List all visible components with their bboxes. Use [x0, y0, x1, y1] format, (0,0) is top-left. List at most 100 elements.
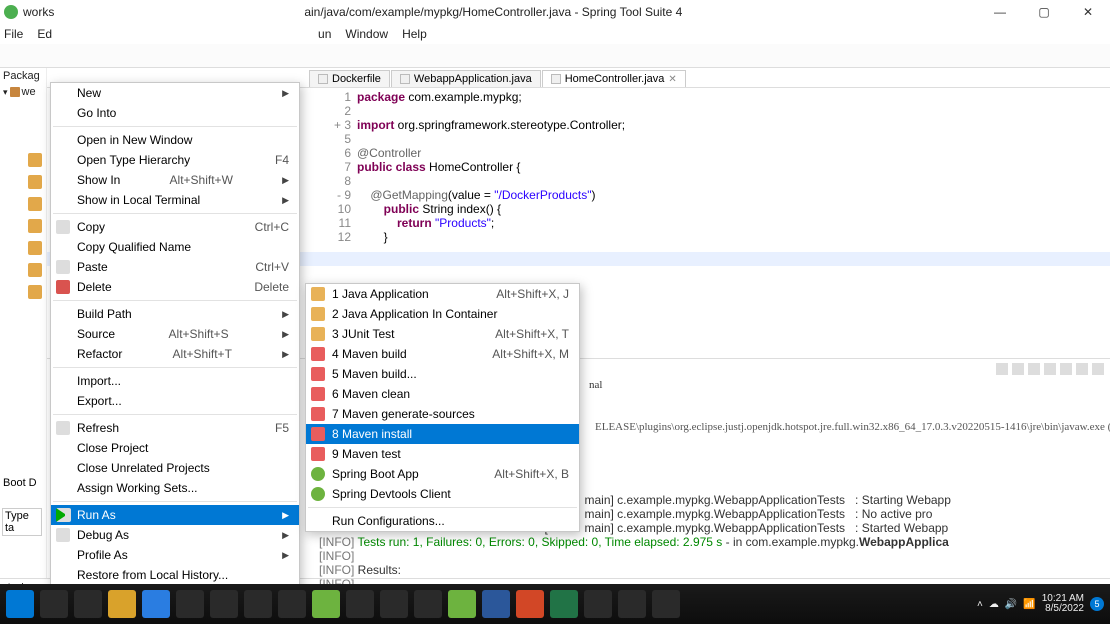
tree-icon[interactable]: [28, 263, 42, 277]
menu-item[interactable]: Open Type HierarchyF4: [51, 150, 299, 170]
menu-item[interactable]: RefreshF5: [51, 418, 299, 438]
menu-item[interactable]: 5 Maven build...: [306, 364, 579, 384]
console-toolbar-icon[interactable]: [1060, 363, 1072, 375]
taskbar-item[interactable]: [210, 590, 238, 618]
menu-item[interactable]: Show InAlt+Shift+W▶: [51, 170, 299, 190]
taskbar-item[interactable]: [244, 590, 272, 618]
expand-icon[interactable]: ▾: [3, 87, 8, 98]
menu-item[interactable]: PasteCtrl+V: [51, 257, 299, 277]
close-tab-icon[interactable]: ✕: [668, 74, 676, 85]
menu-item[interactable]: 6 Maven clean: [306, 384, 579, 404]
menu-item[interactable]: 1 Java ApplicationAlt+Shift+X, J: [306, 284, 579, 304]
tray-chevron-icon[interactable]: ˄: [977, 599, 983, 610]
m-icon: [311, 387, 325, 401]
j-icon: [311, 307, 325, 321]
menu-item[interactable]: 8 Maven install: [306, 424, 579, 444]
taskbar-item[interactable]: [516, 590, 544, 618]
menu-item[interactable]: 3 JUnit TestAlt+Shift+X, T: [306, 324, 579, 344]
taskbar-item[interactable]: [380, 590, 408, 618]
tree-icon[interactable]: [28, 197, 42, 211]
boot-dashboard-tab[interactable]: Boot D: [0, 476, 40, 490]
maximize-button[interactable]: ▢: [1022, 0, 1066, 24]
taskbar-item[interactable]: [618, 590, 646, 618]
menu-item[interactable]: Run Configurations...: [306, 511, 579, 531]
menu-item[interactable]: 4 Maven buildAlt+Shift+X, M: [306, 344, 579, 364]
menu-shortcut: Ctrl+V: [225, 260, 289, 274]
console-line: [INFO] Tests run: 1, Failures: 0, Errors…: [319, 535, 1104, 549]
editor-tab[interactable]: WebappApplication.java: [391, 70, 541, 87]
editor-tab[interactable]: HomeController.java✕: [542, 70, 686, 87]
menu-item[interactable]: Assign Working Sets...: [51, 478, 299, 498]
start-button[interactable]: [6, 590, 34, 618]
package-explorer-tab[interactable]: Packag: [0, 68, 46, 84]
menu-window[interactable]: Window: [345, 27, 388, 41]
menu-help[interactable]: Help: [402, 27, 427, 41]
menu-item[interactable]: 7 Maven generate-sources: [306, 404, 579, 424]
minimize-button[interactable]: —: [978, 0, 1022, 24]
menu-item[interactable]: Profile As▶: [51, 545, 299, 565]
tree-icon[interactable]: [28, 175, 42, 189]
menu-file[interactable]: File: [4, 27, 23, 41]
taskbar-item[interactable]: [74, 590, 102, 618]
project-name[interactable]: we: [22, 86, 36, 98]
tree-icon[interactable]: [28, 285, 42, 299]
taskbar-item[interactable]: [550, 590, 578, 618]
taskbar-item[interactable]: [142, 590, 170, 618]
menu-item[interactable]: Build Path▶: [51, 304, 299, 324]
tray-cloud-icon[interactable]: ☁: [989, 599, 999, 610]
tray-wifi-icon[interactable]: 📶: [1023, 599, 1035, 610]
menu-item[interactable]: New▶: [51, 83, 299, 103]
taskbar-item[interactable]: [176, 590, 204, 618]
menu-item[interactable]: RefactorAlt+Shift+T▶: [51, 344, 299, 364]
clock[interactable]: 10:21 AM 8/5/2022: [1042, 594, 1084, 615]
menu-item[interactable]: Close Unrelated Projects: [51, 458, 299, 478]
taskbar-item[interactable]: [482, 590, 510, 618]
menu-item[interactable]: Run As▶: [51, 505, 299, 525]
tray-volume-icon[interactable]: 🔊: [1005, 599, 1017, 610]
line-number: 11: [327, 216, 357, 230]
menu-item[interactable]: CopyCtrl+C: [51, 217, 299, 237]
menu-item[interactable]: Copy Qualified Name: [51, 237, 299, 257]
menu-item[interactable]: Spring Devtools Client: [306, 484, 579, 504]
tree-icon[interactable]: [28, 219, 42, 233]
menu-item[interactable]: 2 Java Application In Container: [306, 304, 579, 324]
menu-item[interactable]: 9 Maven test: [306, 444, 579, 464]
console-cmdline: ELEASE\plugins\org.eclipse.justj.openjdk…: [595, 421, 1104, 433]
line-number: 7: [327, 160, 357, 174]
notification-badge[interactable]: 5: [1090, 597, 1104, 611]
console-toolbar-icon[interactable]: [1044, 363, 1056, 375]
taskbar-item[interactable]: [652, 590, 680, 618]
filter-input[interactable]: Type ta: [2, 508, 42, 536]
console-toolbar-icon[interactable]: [1076, 363, 1088, 375]
close-button[interactable]: ✕: [1066, 0, 1110, 24]
tree-icon[interactable]: [28, 153, 42, 167]
menu-item[interactable]: Export...: [51, 391, 299, 411]
console-toolbar-icon[interactable]: [996, 363, 1008, 375]
console-toolbar-icon[interactable]: [1012, 363, 1024, 375]
taskbar-item[interactable]: [448, 590, 476, 618]
menu-item[interactable]: SourceAlt+Shift+S▶: [51, 324, 299, 344]
taskbar-item[interactable]: [414, 590, 442, 618]
taskbar-item[interactable]: [40, 590, 68, 618]
taskbar-item[interactable]: [108, 590, 136, 618]
console-toolbar-icon[interactable]: [1092, 363, 1104, 375]
menu-edit[interactable]: Ed: [37, 27, 52, 41]
menu-item[interactable]: Debug As▶: [51, 525, 299, 545]
menu-item[interactable]: Close Project: [51, 438, 299, 458]
menu-item[interactable]: Spring Boot AppAlt+Shift+X, B: [306, 464, 579, 484]
menu-run[interactable]: un: [318, 27, 331, 41]
console-toolbar-icon[interactable]: [1028, 363, 1040, 375]
tree-icon[interactable]: [28, 241, 42, 255]
menu-item[interactable]: DeleteDelete: [51, 277, 299, 297]
editor-tab[interactable]: Dockerfile: [309, 70, 390, 87]
menu-item[interactable]: Open in New Window: [51, 130, 299, 150]
menu-item[interactable]: Go Into: [51, 103, 299, 123]
menu-item[interactable]: Show in Local Terminal▶: [51, 190, 299, 210]
taskbar-item[interactable]: [346, 590, 374, 618]
console-tab-label[interactable]: nal: [589, 379, 602, 391]
menu-item[interactable]: Import...: [51, 371, 299, 391]
taskbar-item[interactable]: [312, 590, 340, 618]
taskbar-item[interactable]: [584, 590, 612, 618]
menu-item[interactable]: Restore from Local History...: [51, 565, 299, 585]
taskbar-item[interactable]: [278, 590, 306, 618]
